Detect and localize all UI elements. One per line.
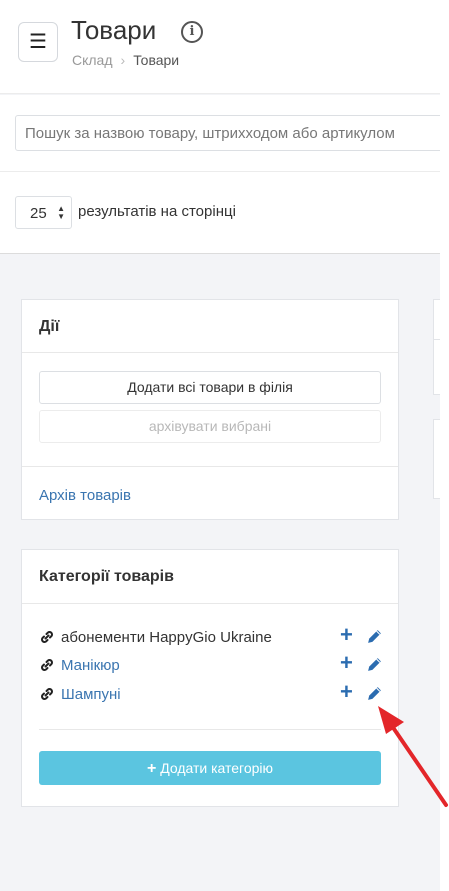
categories-panel: Категорії товарів абонементи HappyGio Uk… [21,549,399,807]
link-icon [41,688,53,700]
right-panel-partial [433,299,440,395]
plus-icon: + [146,760,157,777]
categories-panel-title: Категорії товарів [22,550,398,604]
add-all-to-branch-button[interactable]: Додати всі товари в філія [39,371,381,404]
add-subcategory-icon[interactable]: + [340,624,353,646]
chevron-right-icon: › [120,52,126,68]
category-label[interactable]: Манікюр [61,657,120,674]
per-page-select[interactable]: 25 ▲ ▼ [15,196,72,229]
category-row: абонементи HappyGio Ukraine + [39,624,383,648]
category-row: Шампуні + [39,681,383,705]
archive-link[interactable]: Архів товарів [39,487,131,504]
actions-panel: Дії Додати всі товари в філія архівувати… [21,299,399,520]
per-page-value: 25 [30,205,47,222]
add-subcategory-icon[interactable]: + [340,681,353,703]
actions-panel-title: Дії [22,300,398,353]
breadcrumb: Склад › Товари [72,52,179,68]
menu-button[interactable]: ☰ [18,22,58,62]
link-icon [41,631,53,643]
divider [39,729,381,730]
edit-pencil-icon[interactable] [366,628,383,645]
annotation-arrow-icon [378,706,448,807]
right-panel-partial [433,419,440,499]
search-input[interactable] [15,115,449,151]
breadcrumb-item-warehouse[interactable]: Склад [72,52,113,68]
divider [22,466,398,467]
add-category-label: Додати категорію [160,760,274,776]
add-subcategory-icon[interactable]: + [340,652,353,674]
breadcrumb-item-current: Товари [133,52,180,68]
category-row: Манікюр + [39,652,383,676]
edit-pencil-icon[interactable] [366,656,383,673]
sort-arrows-icon: ▲ ▼ [57,204,65,221]
top-bar: ☰ Товари i Склад › Товари [0,0,440,94]
per-page-label: результатів на сторінці [78,203,236,220]
add-category-button[interactable]: + Додати категорію [39,751,381,785]
link-icon [41,659,53,671]
category-label[interactable]: абонементи HappyGio Ukraine [61,629,272,646]
divider [433,339,440,340]
info-icon[interactable]: i [181,21,203,43]
page-title: Товари [71,15,157,45]
category-label[interactable]: Шампуні [61,686,121,703]
archive-selected-button[interactable]: архівувати вибрані [39,410,381,443]
search-section [0,95,449,172]
hamburger-icon: ☰ [29,31,47,53]
